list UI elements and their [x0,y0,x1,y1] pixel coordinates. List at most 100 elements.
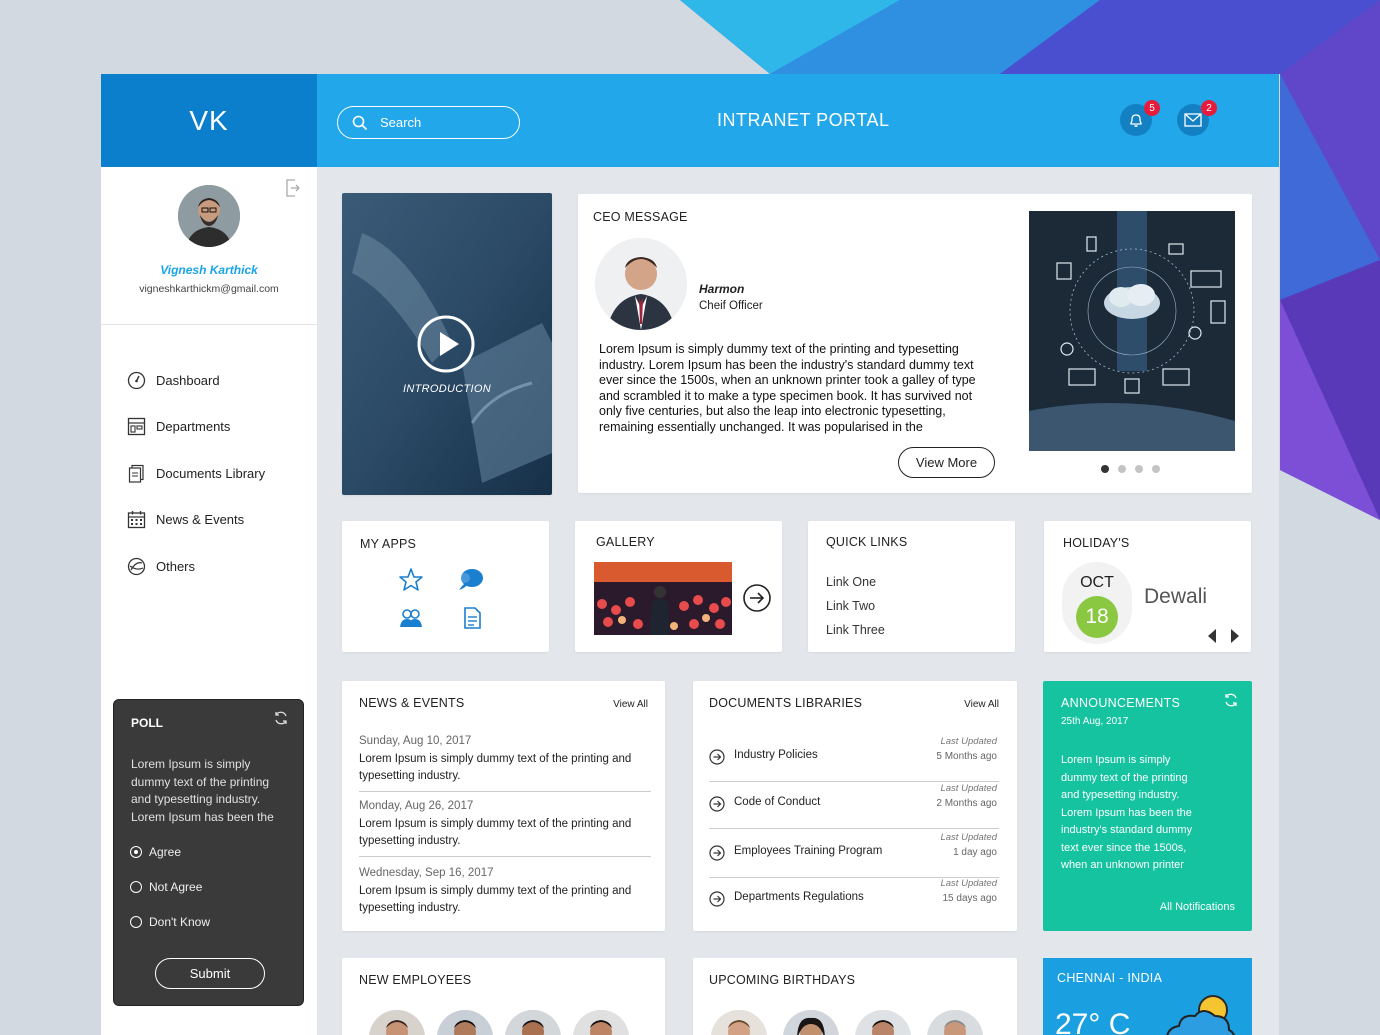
avatar[interactable] [711,1010,767,1035]
notifications-button[interactable]: 5 [1120,100,1160,136]
chevron-left-icon[interactable] [1207,629,1217,643]
docs-title: DOCUMENTS LIBRARIES [709,696,863,710]
dashboard-icon [127,371,146,389]
others-icon [127,557,146,575]
top-bar: Search INTRANET PORTAL 5 2 [317,74,1279,167]
calendar-icon [127,511,146,529]
holidays-card: HOLIDAY'S OCT 18 Dewali [1044,521,1251,652]
chevron-right-icon[interactable] [1230,629,1240,643]
notification-badge: 5 [1144,100,1160,116]
weather-city: CHENNAI - INDIA [1057,971,1163,985]
avatar[interactable] [783,1010,839,1035]
poll-option-agree[interactable]: Agree [130,845,181,859]
avatar[interactable] [505,1010,561,1035]
document-item[interactable]: Industry Policies Last Updated 5 Months … [709,736,999,782]
view-more-button[interactable]: View More [898,447,995,478]
profile-name[interactable]: Vignesh Karthick [101,263,317,277]
news-title: NEWS & EVENTS [359,696,465,710]
gallery-title: GALLERY [596,535,655,549]
quick-link[interactable]: Link Three [826,618,885,642]
departments-icon [127,418,146,436]
logout-icon[interactable] [285,179,301,202]
all-notifications-link[interactable]: All Notifications [1160,901,1235,913]
document-item[interactable]: Departments Regulations Last Updated 15 … [709,878,999,924]
sidebar-item-label: Departments [156,419,231,435]
refresh-icon[interactable] [273,710,289,731]
avatar[interactable] [178,185,240,247]
document-item[interactable]: Employees Training Program Last Updated … [709,832,999,878]
messages-button[interactable]: 2 [1177,100,1217,136]
gallery-image[interactable] [594,562,732,635]
news-item[interactable]: Wednesday, Sep 16, 2017 Lorem Ipsum is s… [359,867,651,923]
quick-link[interactable]: Link One [826,570,885,594]
news-item[interactable]: Monday, Aug 26, 2017 Lorem Ipsum is simp… [359,800,651,857]
last-updated-label: Last Updated [940,783,997,794]
ceo-title: CEO MESSAGE [593,210,688,224]
quick-links-title: QUICK LINKS [826,535,908,549]
news-date: Wednesday, Sep 16, 2017 [359,867,494,879]
star-icon[interactable] [398,567,424,593]
quick-link[interactable]: Link Two [826,594,885,618]
users-icon[interactable] [398,607,424,629]
option-label: Don't Know [149,915,210,929]
refresh-icon[interactable] [1223,692,1239,713]
carousel-dots [1101,465,1160,473]
radio-icon [130,881,142,893]
sidebar-item-label: News & Events [156,512,245,528]
news-view-all[interactable]: View All [613,699,648,710]
intro-video[interactable]: INTRODUCTION [342,193,552,495]
upcoming-birthdays-card: UPCOMING BIRTHDAYS [693,958,1017,1035]
sidebar-item-news-events[interactable]: News & Events [101,497,317,544]
search-input[interactable]: Search [337,106,520,139]
poll-question: Lorem Ipsum is simply dummy text of the … [131,757,274,824]
poll-card: POLL Lorem Ipsum is simply dummy text of… [113,699,304,1006]
avatar[interactable] [573,1010,629,1035]
arrow-circle-icon [709,891,725,907]
news-item[interactable]: Sunday, Aug 10, 2017 Lorem Ipsum is simp… [359,735,651,792]
sidebar-item-others[interactable]: Others [101,543,317,590]
birthday-avatars [711,1010,983,1035]
carousel-dot[interactable] [1152,465,1160,473]
document-name: Departments Regulations [734,891,864,903]
carousel-dot[interactable] [1135,465,1143,473]
sidebar-item-label: Others [156,558,196,574]
chat-icon[interactable] [456,567,484,593]
announcements-card: ANNOUNCEMENTS 25th Aug, 2017 Lorem Ipsum… [1043,681,1252,931]
new-employees-title: NEW EMPLOYEES [359,973,472,987]
holiday-month: OCT [1080,574,1114,591]
sidebar-item-dashboard[interactable]: Dashboard [101,357,317,404]
play-icon[interactable] [416,314,476,374]
holiday-date: OCT 18 [1062,562,1132,644]
option-label: Not Agree [149,880,203,894]
sidebar-item-documents[interactable]: Documents Library [101,450,317,497]
avatar[interactable] [927,1010,983,1035]
new-employees-card: NEW EMPLOYEES [342,958,665,1035]
poll-option-not-agree[interactable]: Not Agree [130,880,202,894]
carousel-dot[interactable] [1101,465,1109,473]
ceo-name: Harmon [699,282,745,296]
docs-view-all[interactable]: View All [964,699,999,710]
submit-button[interactable]: Submit [155,958,265,989]
intranet-app: VK Search INTRANET PORTAL 5 2 Vignesh Ka… [101,74,1279,1035]
avatar[interactable] [855,1010,911,1035]
document-item[interactable]: Code of Conduct Last Updated 2 Months ag… [709,783,999,829]
sidebar-item-departments[interactable]: Departments [101,404,317,451]
last-updated-value: 1 day ago [953,847,997,858]
poll-title: POLL [131,716,163,730]
bell-icon [1130,114,1142,127]
carousel-dot[interactable] [1118,465,1126,473]
brand-logo[interactable]: VK [101,74,317,167]
document-icon[interactable] [462,607,482,629]
mail-icon [1184,113,1202,127]
weather-card: CHENNAI - INDIA 27° C [1043,958,1252,1035]
ceo-carousel-image[interactable] [1029,211,1235,451]
partly-cloudy-icon [1166,995,1235,1035]
avatar[interactable] [437,1010,493,1035]
arrow-right-icon[interactable] [742,583,772,613]
sidebar-item-label: Documents Library [156,465,266,481]
avatar[interactable] [369,1010,425,1035]
poll-option-dont-know[interactable]: Don't Know [130,915,210,929]
sidebar-nav: Dashboard Departments Documents Library … [101,325,317,590]
ceo-message-text: Lorem Ipsum is simply dummy text of the … [599,342,976,434]
documents-icon [128,464,144,483]
